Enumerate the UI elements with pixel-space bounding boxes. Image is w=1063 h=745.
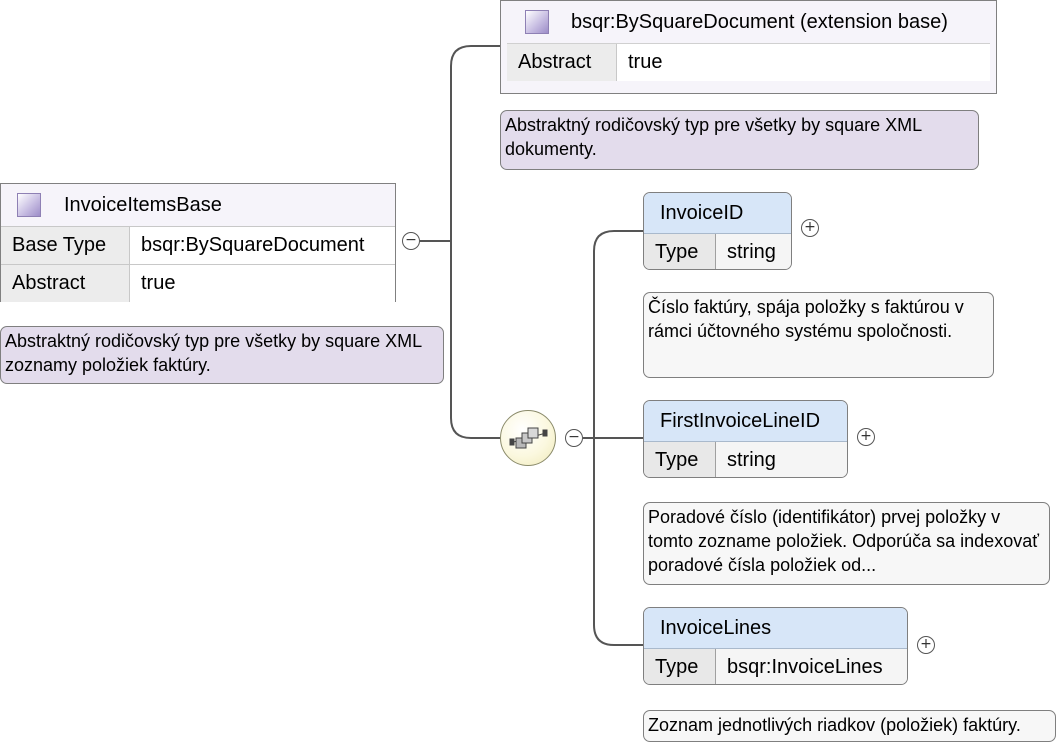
- first-invoice-line-id-annotation: Poradové číslo (identifikátor) prvej pol…: [643, 502, 1050, 585]
- base-type-box[interactable]: bsqr:BySquareDocument (extension base) A…: [500, 0, 997, 94]
- type-key: Type: [644, 649, 716, 684]
- row-key: Abstract: [1, 265, 130, 302]
- root-type-annotation: Abstraktný rodičovský typ pre všetky by …: [0, 326, 444, 384]
- root-type-row-abstract: Abstract true: [1, 264, 395, 302]
- first-invoice-line-id-expand-toggle[interactable]: +: [857, 428, 875, 446]
- complex-type-icon: [525, 10, 549, 34]
- root-type-box[interactable]: InvoiceItemsBase Base Type bsqr:BySquare…: [0, 183, 396, 302]
- type-value: bsqr:InvoiceLines: [716, 649, 907, 684]
- row-key: Abstract: [507, 44, 617, 81]
- element-type-row: Type bsqr:InvoiceLines: [644, 649, 907, 684]
- element-first-invoice-line-id[interactable]: FirstInvoiceLineID Type string: [643, 400, 848, 478]
- type-value: string: [716, 234, 791, 269]
- first-invoice-line-id-note-text: Poradové číslo (identifikátor) prvej pol…: [648, 507, 1039, 575]
- base-type-note-text: Abstraktný rodičovský typ pre všetky by …: [505, 115, 922, 159]
- element-invoice-lines[interactable]: InvoiceLines Type bsqr:InvoiceLines: [643, 607, 908, 685]
- root-type-header: InvoiceItemsBase: [1, 184, 395, 226]
- invoice-lines-expand-toggle[interactable]: +: [917, 636, 935, 654]
- sequence-collapse-toggle[interactable]: −: [565, 429, 583, 447]
- row-key: Base Type: [1, 227, 130, 264]
- row-value: true: [130, 265, 395, 302]
- element-name: InvoiceID: [644, 193, 791, 234]
- base-type-row: Abstract true: [507, 43, 990, 81]
- invoice-id-annotation: Číslo faktúry, spája položky s faktúrou …: [643, 292, 994, 378]
- connector-trunk: [450, 45, 500, 439]
- root-type-title: InvoiceItemsBase: [64, 194, 222, 216]
- base-type-annotation: Abstraktný rodičovský typ pre všetky by …: [500, 110, 979, 170]
- invoice-id-expand-toggle[interactable]: +: [801, 219, 819, 237]
- invoice-lines-note-text: Zoznam jednotlivých riadkov (položiek) f…: [648, 715, 1021, 735]
- element-name: FirstInvoiceLineID: [644, 401, 847, 442]
- base-type-title: bsqr:BySquareDocument (extension base): [571, 11, 948, 33]
- root-type-row-base-type: Base Type bsqr:BySquareDocument: [1, 226, 395, 264]
- invoice-lines-annotation: Zoznam jednotlivých riadkov (položiek) f…: [643, 710, 1056, 742]
- type-key: Type: [644, 442, 716, 477]
- root-collapse-toggle[interactable]: −: [402, 232, 420, 250]
- sequence-icon: [509, 427, 548, 449]
- sequence-compositor[interactable]: [500, 410, 556, 466]
- invoice-id-note-text: Číslo faktúry, spája položky s faktúrou …: [648, 297, 964, 341]
- element-type-row: Type string: [644, 234, 791, 269]
- complex-type-icon: [17, 193, 41, 217]
- element-type-row: Type string: [644, 442, 847, 477]
- root-type-note-text: Abstraktný rodičovský typ pre všetky by …: [5, 331, 422, 375]
- row-value: bsqr:BySquareDocument: [130, 227, 395, 264]
- element-invoice-id[interactable]: InvoiceID Type string: [643, 192, 792, 270]
- row-value: true: [617, 44, 990, 81]
- element-name: InvoiceLines: [644, 608, 907, 649]
- base-type-header: bsqr:BySquareDocument (extension base): [501, 1, 996, 43]
- type-value: string: [716, 442, 847, 477]
- type-key: Type: [644, 234, 716, 269]
